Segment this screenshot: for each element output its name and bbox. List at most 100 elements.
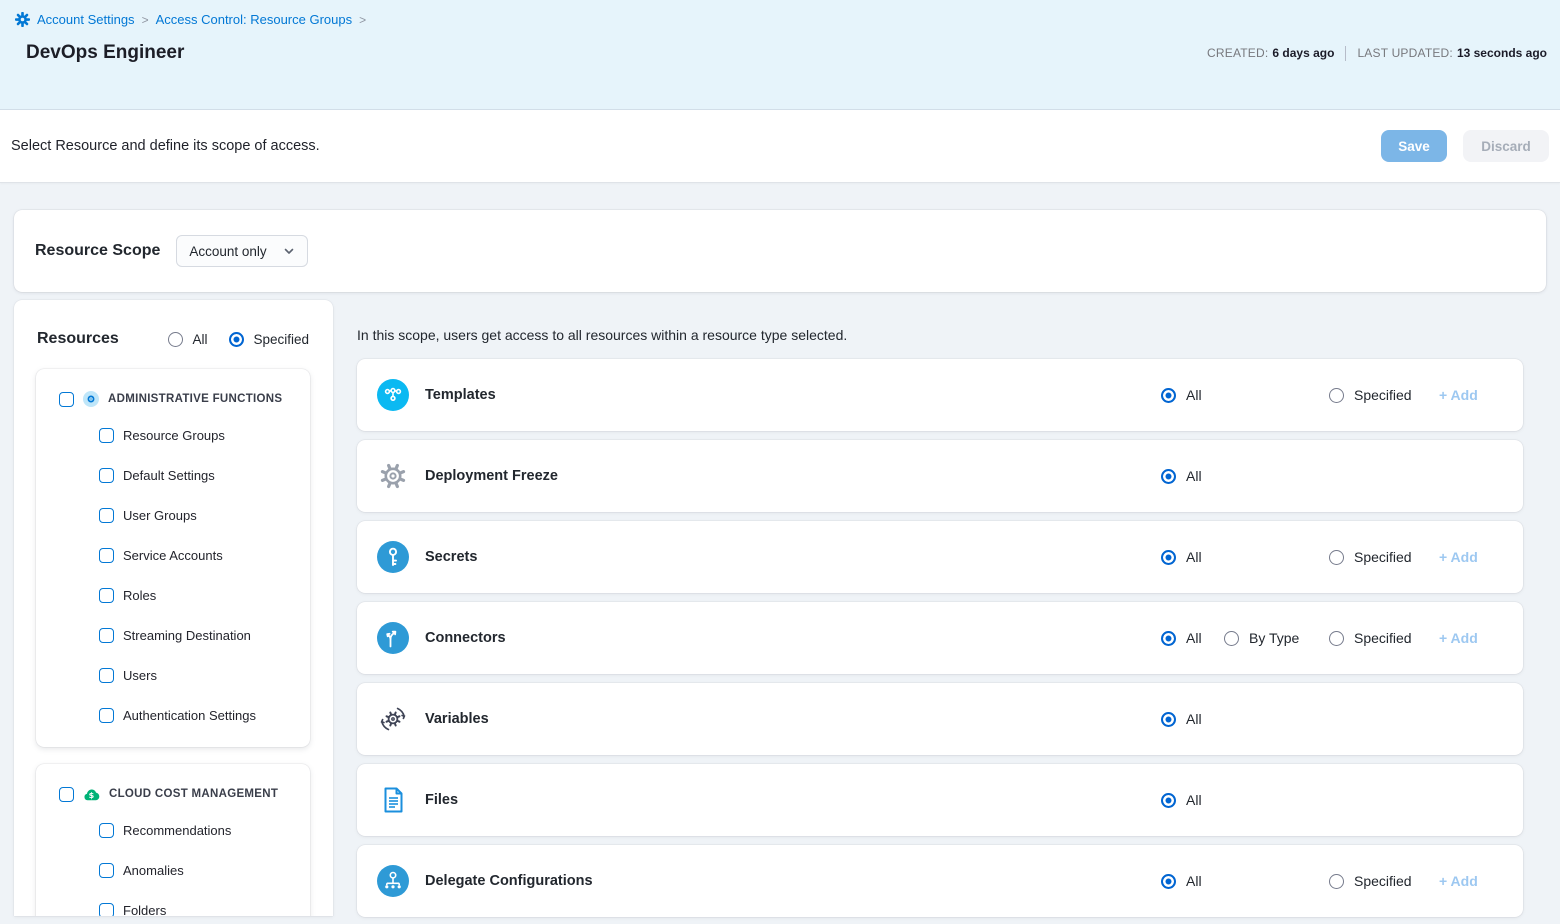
option-label: All bbox=[1186, 549, 1202, 565]
resource-scope-dropdown[interactable]: Account only bbox=[176, 235, 307, 267]
breadcrumb: Account Settings > Access Control: Resou… bbox=[15, 12, 1547, 27]
scope-option-all[interactable]: All bbox=[1161, 549, 1202, 565]
item-checkbox[interactable] bbox=[99, 628, 114, 643]
item-checkbox[interactable] bbox=[99, 588, 114, 603]
scope-option-all[interactable]: All bbox=[1161, 468, 1202, 484]
resource-scope-label: Resource Scope bbox=[35, 242, 160, 260]
scope-option-specified[interactable]: Specified bbox=[1329, 549, 1412, 565]
item-label: Recommendations bbox=[123, 823, 231, 838]
item-checkbox[interactable] bbox=[99, 668, 114, 683]
resource-row-label: Secrets bbox=[425, 549, 477, 565]
item-label: Users bbox=[123, 668, 157, 683]
resource-row-label: Files bbox=[425, 792, 458, 808]
radio-icon[interactable] bbox=[1329, 631, 1344, 646]
content-area: Resource Scope Account only Resources Al… bbox=[0, 183, 1560, 916]
admin-functions-icon bbox=[83, 391, 99, 407]
mode-option-label: All bbox=[192, 332, 207, 347]
add-button[interactable]: + Add bbox=[1439, 549, 1478, 565]
scope-option-all[interactable]: All bbox=[1161, 711, 1202, 727]
add-button[interactable]: + Add bbox=[1439, 630, 1478, 646]
resource-item: Roles bbox=[36, 575, 310, 615]
resource-row-files: Files All bbox=[357, 764, 1523, 836]
item-label: Anomalies bbox=[123, 863, 184, 878]
item-checkbox[interactable] bbox=[99, 823, 114, 838]
mode-option-label: Specified bbox=[253, 332, 309, 347]
option-label: All bbox=[1186, 711, 1202, 727]
option-label: Specified bbox=[1354, 549, 1412, 565]
radio-icon[interactable] bbox=[1329, 874, 1344, 889]
radio-icon[interactable] bbox=[1161, 388, 1176, 403]
radio-icon[interactable] bbox=[1161, 712, 1176, 727]
scope-option-all[interactable]: All bbox=[1161, 630, 1202, 646]
resource-item: Resource Groups bbox=[36, 415, 310, 455]
files-icon bbox=[377, 784, 409, 816]
radio-icon[interactable] bbox=[1161, 874, 1176, 889]
resource-row-templates: Templates AllSpecified+ Add bbox=[357, 359, 1523, 431]
scope-option-all[interactable]: All bbox=[1161, 873, 1202, 889]
cloud-cost-icon: $ bbox=[83, 787, 100, 802]
resources-mode-specified[interactable]: Specified bbox=[229, 332, 309, 347]
delegate-configurations-icon bbox=[377, 865, 409, 897]
option-label: By Type bbox=[1249, 630, 1299, 646]
resource-item: Users bbox=[36, 655, 310, 695]
item-checkbox[interactable] bbox=[99, 508, 114, 523]
item-label: Roles bbox=[123, 588, 156, 603]
resource-row-label: Connectors bbox=[425, 630, 506, 646]
add-button[interactable]: + Add bbox=[1439, 387, 1478, 403]
group-checkbox[interactable] bbox=[59, 787, 74, 802]
discard-button[interactable]: Discard bbox=[1463, 130, 1549, 162]
radio-icon[interactable] bbox=[168, 332, 183, 347]
scope-option-all[interactable]: All bbox=[1161, 792, 1202, 808]
radio-icon[interactable] bbox=[1161, 793, 1176, 808]
scope-description: In this scope, users get access to all r… bbox=[357, 327, 1523, 343]
radio-icon[interactable] bbox=[1329, 388, 1344, 403]
chevron-down-icon bbox=[283, 245, 295, 257]
item-label: Default Settings bbox=[123, 468, 215, 483]
resource-row-connectors: Connectors All By Type Specified + Add bbox=[357, 602, 1523, 674]
item-checkbox[interactable] bbox=[99, 468, 114, 483]
radio-icon[interactable] bbox=[229, 332, 244, 347]
resource-row-delegate-configurations: Delegate Configurations AllSpecified+ Ad… bbox=[357, 845, 1523, 917]
item-checkbox[interactable] bbox=[99, 903, 114, 917]
scope-option-specified[interactable]: Specified bbox=[1329, 873, 1412, 889]
resource-item: Service Accounts bbox=[36, 535, 310, 575]
radio-icon[interactable] bbox=[1161, 469, 1176, 484]
item-label: Folders bbox=[123, 903, 166, 917]
gear-icon bbox=[15, 12, 30, 27]
breadcrumb-resource-groups[interactable]: Access Control: Resource Groups bbox=[156, 12, 353, 27]
resources-title: Resources bbox=[37, 330, 119, 348]
resource-scope-card: Resource Scope Account only bbox=[14, 210, 1546, 292]
breadcrumb-account-settings[interactable]: Account Settings bbox=[37, 12, 135, 27]
radio-icon[interactable] bbox=[1224, 631, 1239, 646]
item-label: Authentication Settings bbox=[123, 708, 256, 723]
resource-item: Streaming Destination bbox=[36, 615, 310, 655]
item-checkbox[interactable] bbox=[99, 428, 114, 443]
resource-item: Folders bbox=[36, 890, 310, 916]
radio-icon[interactable] bbox=[1161, 550, 1176, 565]
resource-item: Authentication Settings bbox=[36, 695, 310, 735]
scope-option-specified[interactable]: Specified bbox=[1329, 387, 1412, 403]
radio-icon[interactable] bbox=[1161, 631, 1176, 646]
item-checkbox[interactable] bbox=[99, 708, 114, 723]
item-checkbox[interactable] bbox=[99, 863, 114, 878]
resources-sidebar: Resources All Specified ADMINISTRATIVE F… bbox=[14, 300, 333, 916]
radio-icon[interactable] bbox=[1329, 550, 1344, 565]
save-button[interactable]: Save bbox=[1381, 130, 1447, 162]
item-checkbox[interactable] bbox=[99, 548, 114, 563]
action-toolbar: Select Resource and define its scope of … bbox=[0, 110, 1560, 183]
scope-option-all[interactable]: All bbox=[1161, 387, 1202, 403]
group-checkbox[interactable] bbox=[59, 392, 74, 407]
item-label: Resource Groups bbox=[123, 428, 225, 443]
resources-mode-all[interactable]: All bbox=[168, 332, 207, 347]
group-title: ADMINISTRATIVE FUNCTIONS bbox=[108, 393, 282, 405]
variables-icon bbox=[377, 703, 409, 735]
scope-option-specified[interactable]: Specified bbox=[1329, 630, 1412, 646]
updated-label: LAST UPDATED: bbox=[1357, 46, 1453, 60]
resource-row-label: Deployment Freeze bbox=[425, 468, 558, 484]
updated-value: 13 seconds ago bbox=[1457, 46, 1547, 60]
option-label: All bbox=[1186, 873, 1202, 889]
item-label: User Groups bbox=[123, 508, 197, 523]
scope-option-by-type[interactable]: By Type bbox=[1224, 630, 1299, 646]
add-button[interactable]: + Add bbox=[1439, 873, 1478, 889]
resource-row-deployment-freeze: Deployment Freeze All bbox=[357, 440, 1523, 512]
